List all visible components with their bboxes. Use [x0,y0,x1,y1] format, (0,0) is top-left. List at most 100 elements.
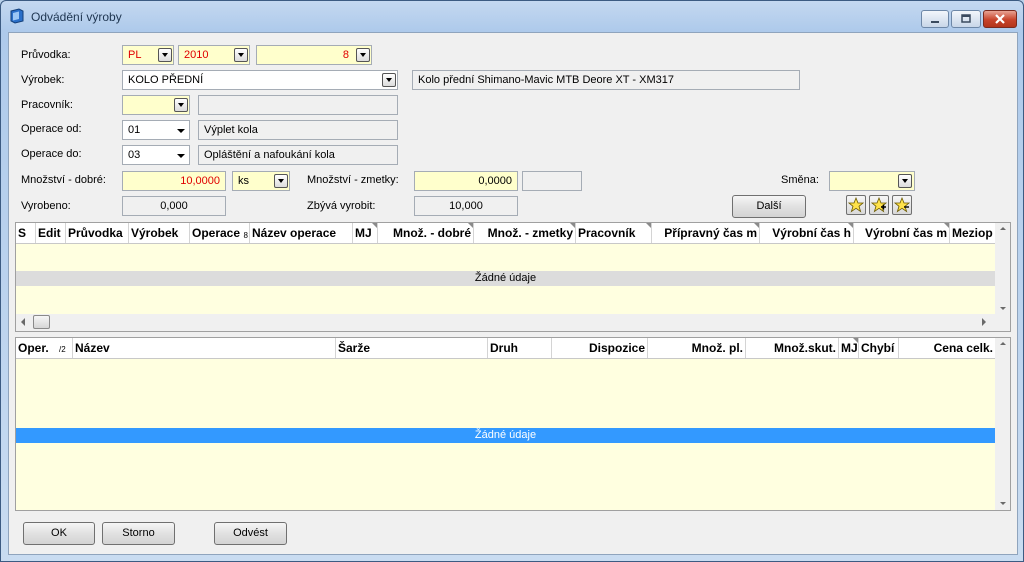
zbyva-vyrobit-field: 10,000 [414,196,518,216]
filter-marker [853,338,858,343]
grid1-col-mnoz-zmetky-label: Množ. - zmetky [487,226,573,240]
mnozstvi-dobre-field[interactable]: 10,0000 [122,171,226,191]
grid1-col-nazev-operace[interactable]: Název operace [250,223,353,243]
dialog-client: Průvodka: PL 2010 8 Výrobek: KOLO PŘEDNÍ… [8,32,1018,555]
pruvodka-rada-dropdown-button[interactable] [158,48,172,62]
grid1-col-pracovnik-label: Pracovník [578,226,636,240]
dalsi-button[interactable]: Další [732,195,806,218]
grid1-col-operace[interactable]: Operace 8 [190,223,250,243]
grid2-col-mnoz-skut[interactable]: Množ.skut. [746,338,839,358]
grid1-col-pruvodka[interactable]: Průvodka [66,223,129,243]
grid1-col-pripravny-cas[interactable]: Přípravný čas m [652,223,760,243]
grid1-col-vyrobni-cas-h[interactable]: Výrobní čas h [760,223,854,243]
vyrobeno-value: 0,000 [160,200,188,212]
grid1-col-mj[interactable]: MJ [353,223,378,243]
title-bar[interactable]: Odvádění výroby [1,1,1023,31]
vyrobek-label: Výrobek: [21,74,65,86]
scroll-up-icon [1000,227,1006,230]
materials-grid-header: Oper. /2 Název Šarže Druh Dispozice Množ… [16,338,995,359]
scroll-thumb[interactable] [33,315,50,329]
pruvodka-label: Průvodka: [21,49,71,61]
vyrobeno-field: 0,000 [122,196,226,216]
pruvodka-rada-value: PL [128,49,142,61]
scroll-left-icon [21,318,25,326]
operace-od-label: Operace od: [21,123,82,135]
grid2-col-dispozice[interactable]: Dispozice [552,338,648,358]
grid2-vertical-scrollbar[interactable] [995,338,1010,510]
vyrobeno-label: Vyrobeno: [21,200,71,212]
zbyva-vyrobit-value: 10,000 [449,200,483,212]
grid2-col-sarze[interactable]: Šarže [336,338,488,358]
operace-od-combo[interactable]: 01 [122,120,190,140]
operace-do-combo[interactable]: 03 [122,145,190,165]
operations-grid[interactable]: S Edit Průvodka Výrobek Operace 8 Název … [15,222,1011,332]
pracovnik-dropdown-button[interactable] [174,98,188,112]
pruvodka-cislo-value: 8 [342,49,349,61]
smena-label: Směna: [781,174,819,186]
unit-dropdown-button[interactable] [274,174,288,188]
grid2-col-mj[interactable]: MJ [839,338,859,358]
filter-marker [372,223,377,228]
pruvodka-cislo-dropdown-button[interactable] [356,48,370,62]
maximize-button[interactable] [951,10,981,28]
grid1-col-vyrobek[interactable]: Výrobek [129,223,190,243]
scroll-down-icon [1000,307,1006,310]
filter-marker [570,223,575,228]
grid1-col-meziop[interactable]: Meziop [950,223,995,243]
close-button[interactable] [983,10,1017,28]
sort-indicator: /2 [59,345,66,354]
pruvodka-cislo-field[interactable]: 8 [256,45,372,65]
minimize-button[interactable] [921,10,949,28]
filter-marker [646,223,651,228]
close-icon [995,14,1005,24]
mnozstvi-zmetky-field[interactable]: 0,0000 [414,171,518,191]
grid2-col-mnoz-pl[interactable]: Množ. pl. [648,338,746,358]
mnozstvi-zmetky-value: 0,0000 [478,175,512,187]
filter-marker [848,223,853,228]
grid1-col-mnoz-dobre[interactable]: Množ. - dobré [378,223,474,243]
materials-grid[interactable]: Oper. /2 Název Šarže Druh Dispozice Množ… [15,337,1011,511]
grid1-col-mnoz-zmetky[interactable]: Množ. - zmetky [474,223,576,243]
scroll-up-icon [1000,342,1006,345]
chevron-down-icon [177,154,185,158]
grid2-col-oper[interactable]: Oper. /2 [16,338,73,358]
star-remove-icon [894,197,910,213]
grid1-col-vyrobni-cas-m-label: Výrobní čas m [864,226,947,240]
vyrobek-description-field: Kolo přední Shimano-Mavic MTB Deore XT -… [412,70,800,90]
grid1-col-vyrobni-cas-m[interactable]: Výrobní čas m [854,223,950,243]
grid2-col-chybi[interactable]: Chybí [859,338,899,358]
pracovnik-label: Pracovník: [21,99,73,111]
pruvodka-rok-value: 2010 [184,49,209,61]
storno-button[interactable]: Storno [102,522,175,545]
odvest-button[interactable]: Odvést [214,522,287,545]
vyrobek-field[interactable]: KOLO PŘEDNÍ [122,70,398,90]
star-add-button[interactable] [869,195,889,215]
ok-button[interactable]: OK [23,522,95,545]
smena-dropdown-button[interactable] [898,174,912,188]
grid2-col-druh[interactable]: Druh [488,338,552,358]
vyrobek-value: KOLO PŘEDNÍ [128,74,204,86]
star-remove-button[interactable] [892,195,912,215]
grid1-col-pracovnik[interactable]: Pracovník [576,223,652,243]
grid1-col-edit[interactable]: Edit [36,223,66,243]
operace-od-name: Výplet kola [204,124,258,136]
operace-do-label: Operace do: [21,148,82,160]
grid1-horizontal-scrollbar[interactable] [16,314,1010,331]
vyrobek-dropdown-button[interactable] [382,73,396,87]
grid1-vertical-scrollbar[interactable] [995,223,1010,315]
minimize-icon [931,21,939,23]
grid2-col-nazev[interactable]: Název [73,338,336,358]
operations-grid-header: S Edit Průvodka Výrobek Operace 8 Název … [16,223,995,244]
grid2-col-cena-celk[interactable]: Cena celk. [899,338,995,358]
window-title: Odvádění výroby [31,10,122,24]
pruvodka-rok-dropdown-button[interactable] [234,48,248,62]
star-button[interactable] [846,195,866,215]
scroll-down-icon [1000,502,1006,505]
grid2-col-mj-label: MJ [841,341,858,355]
star-icon [848,197,864,213]
chevron-down-icon [177,129,185,133]
grid1-col-operace-label: Operace [192,226,241,240]
star-add-icon [871,197,887,213]
grid1-col-pripravny-cas-label: Přípravný čas m [664,226,757,240]
grid1-col-s[interactable]: S [16,223,36,243]
